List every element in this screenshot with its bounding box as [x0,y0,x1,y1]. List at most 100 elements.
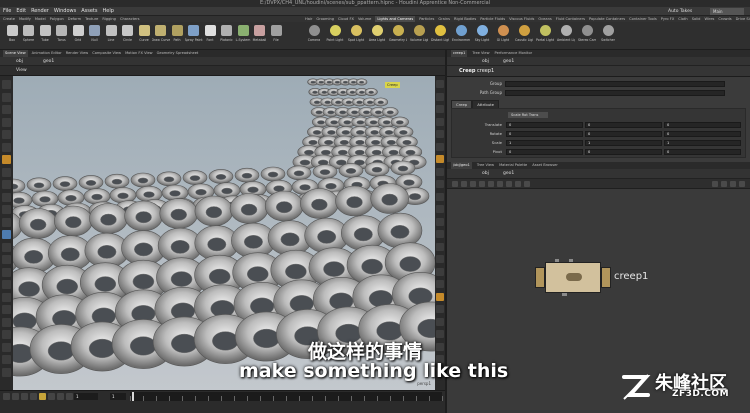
xform-order-dropdown[interactable]: Scale Rot Trans [508,112,548,118]
tool-geometry-light[interactable]: Geometry Light [389,25,407,47]
display-option-icon[interactable] [436,267,444,276]
tool-environment[interactable]: Environment [452,25,470,47]
rotate-icon[interactable] [2,105,11,114]
network-view-icon[interactable] [712,181,718,187]
network-tool-icon[interactable] [452,181,458,187]
tool-l-system[interactable]: L-System [234,25,252,47]
tool-ambient-light[interactable]: Ambient Light [557,25,575,47]
menu-file[interactable]: File [3,7,11,16]
network-view-icon[interactable] [721,181,727,187]
menu-help[interactable]: Help [102,7,113,16]
rotate-field-x[interactable]: 0 [506,131,583,137]
network-tab-asset-browser[interactable]: Asset Browser [532,162,558,169]
tool-switcher[interactable]: Switcher [599,25,617,47]
settings-icon[interactable] [2,367,11,377]
display-option-icon[interactable] [436,180,444,188]
network-tool-icon[interactable] [470,181,476,187]
current-frame-field[interactable]: 1 [74,393,98,400]
step-back-icon[interactable] [21,393,28,400]
pivot-field-x[interactable]: 0 [506,149,583,155]
keys-icon[interactable] [2,342,11,352]
param-tab-creep1[interactable]: creep1 [451,50,468,57]
group-field[interactable] [505,81,725,87]
info-icon[interactable] [2,330,11,339]
tool-sky-light[interactable]: Sky Light [473,25,491,47]
rotate-field-y[interactable]: 0 [585,131,662,137]
tool-line[interactable]: Line [102,25,120,47]
tool-curve[interactable]: Curve [135,25,153,47]
view-menu[interactable]: View [16,66,27,76]
node-bypass-flag[interactable] [535,267,545,288]
pose-icon[interactable] [2,142,11,152]
grid-icon[interactable] [2,217,11,227]
network-view-icon[interactable] [730,181,736,187]
display-option-icon[interactable] [436,80,444,88]
tool-metaball[interactable]: Metaball [251,25,269,47]
display-option-icon[interactable] [436,205,444,213]
lock-icon[interactable] [2,192,11,202]
tool-grid[interactable]: Grid [69,25,87,47]
capture-icon[interactable] [2,242,11,252]
tool-spray-paint[interactable]: Spray Paint [185,25,203,47]
network-tab-obj-geo1[interactable]: /obj/geo1 [451,162,472,169]
snap-icon[interactable] [2,205,11,214]
tool-path[interactable]: Path [168,25,186,47]
path-obj[interactable]: obj [16,57,23,66]
tool-area-light[interactable]: Area Light [368,25,386,47]
tool-torus[interactable]: Torus [53,25,71,47]
tool-null[interactable]: Null [86,25,104,47]
tool-platonic[interactable]: Platonic [218,25,236,47]
tool-file[interactable]: File [267,25,285,47]
param-tab-tree-view[interactable]: Tree View [472,50,489,57]
network-tool-icon[interactable] [488,181,494,187]
display-option-icon[interactable] [436,167,444,176]
tool-draw-curve[interactable]: Draw Curve [152,25,170,47]
flipbook-icon[interactable] [2,267,11,277]
viewer-tab-composite-view[interactable]: Composite View [92,50,121,57]
camera-icon[interactable] [2,280,11,289]
network-path-geo[interactable]: geo1 [503,169,514,179]
display-option-icon[interactable] [436,280,444,288]
step-forward-icon[interactable] [39,393,46,400]
tool-gi-light[interactable]: GI Light [494,25,512,47]
node-display-flag[interactable] [601,267,611,288]
menu-windows[interactable]: Windows [54,7,76,16]
tool-camera[interactable]: Camera [305,25,323,47]
display-option-icon[interactable] [436,92,444,101]
render-icon[interactable] [2,255,11,264]
orbit-icon[interactable] [2,180,11,189]
display-option-icon[interactable] [436,242,444,251]
node-output[interactable] [562,293,567,296]
scale-icon[interactable] [2,117,11,127]
tool-font[interactable]: Font [201,25,219,47]
prev-key-icon[interactable] [12,393,19,400]
network-tool-icon[interactable] [524,181,530,187]
magnet-icon[interactable] [2,230,11,239]
network-view-icon[interactable] [739,181,745,187]
display-option-icon[interactable] [436,192,444,201]
tool-circle[interactable]: Circle [119,25,137,47]
network-tool-icon[interactable] [506,181,512,187]
menu-render[interactable]: Render [31,7,49,16]
tool-distant-light[interactable]: Distant Light [431,25,449,47]
translate-field-z[interactable]: 0 [664,122,741,128]
display-option-icon[interactable] [436,217,444,226]
last-frame-icon[interactable] [57,393,64,400]
tool-box[interactable]: Box [3,25,21,47]
tool-point-light[interactable]: Point Light [326,25,344,47]
network-tool-icon[interactable] [479,181,485,187]
tool-caustic-light[interactable]: Caustic Light [515,25,533,47]
viewer-tab-scene-view[interactable]: Scene View [3,50,28,57]
scale-field-x[interactable]: 1 [506,140,583,146]
handle-icon[interactable] [2,130,11,139]
play-icon[interactable] [30,393,37,400]
path-group-field[interactable] [505,90,725,96]
param-path-geo[interactable]: geo1 [503,57,514,66]
network-tab-tree-view[interactable]: Tree View [477,162,494,169]
node-name-field[interactable]: creep1 [477,66,494,77]
timeline-ruler[interactable] [130,392,443,401]
display-option-icon[interactable] [436,292,444,301]
path-geo[interactable]: geo1 [43,57,54,66]
next-key-icon[interactable] [48,393,55,400]
loop-icon[interactable] [66,393,73,400]
